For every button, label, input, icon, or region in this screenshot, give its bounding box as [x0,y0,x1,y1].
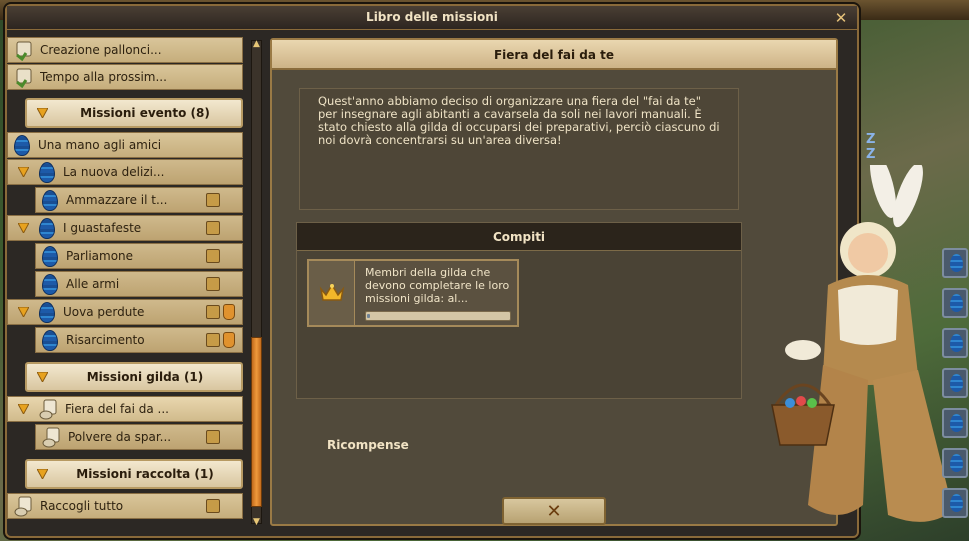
scroll-hand-icon [42,426,62,448]
flag-icon [206,221,220,235]
scroll-down-arrow-icon[interactable]: ▼ [250,517,263,528]
quest-item[interactable]: Risarcimento [35,327,243,353]
flag-icon [206,430,220,444]
quest-item[interactable]: La nuova delizi... [7,159,243,185]
quest-label: Polvere da spar... [68,430,172,444]
quest-item[interactable]: Polvere da spar... [35,424,243,450]
close-button[interactable]: ✕ [502,497,606,525]
quest-item[interactable]: Tempo alla prossim... [7,64,243,90]
task-progress-bar [365,311,511,321]
quest-label: Uova perdute [63,305,145,319]
chevron-down-icon [18,404,29,414]
chevron-down-icon [18,223,29,233]
side-egg-button[interactable] [942,368,968,398]
close-icon[interactable]: ✕ [833,10,849,26]
scroll-up-arrow-icon[interactable]: ▲ [250,39,263,50]
quest-label: Raccogli tutto [40,499,124,513]
task-card: Membri della gilda che devono completare… [307,259,519,327]
quest-label: Ammazzare il t... [66,193,168,207]
flag-icon [206,277,220,291]
quest-item[interactable]: Ammazzare il t... [35,187,243,213]
egg-icon [950,454,963,472]
category-header-event[interactable]: Missioni evento (8) [25,98,243,128]
egg-icon [42,273,58,295]
quest-label: Fiera del fai da ... [65,402,169,416]
egg-icon [39,217,55,239]
trophy-icon [223,304,235,320]
chevron-down-icon [37,108,48,118]
side-egg-button[interactable] [942,248,968,278]
egg-icon [950,334,963,352]
trophy-icon [223,332,235,348]
tasks-header: Compiti [297,223,741,251]
flag-icon [206,305,220,319]
quest-item[interactable]: Parliamone [35,243,243,269]
quest-label: La nuova delizi... [63,165,165,179]
scroll-icon [14,39,34,62]
scroll-hand-icon [39,398,59,420]
tasks-section: Compiti Membri della gilda che devono co… [296,222,742,399]
flag-icon [206,249,220,263]
category-label: Missioni evento (8) [80,106,210,120]
chevron-down-icon [18,307,29,317]
quest-detail-header: Fiera del fai da te [272,40,836,70]
quest-label: Alle armi [66,277,120,291]
side-egg-button[interactable] [942,288,968,318]
title-bar: Libro delle missioni ✕ [7,6,857,30]
chevron-down-icon [37,469,48,479]
quest-label: Una mano agli amici [38,138,162,152]
side-egg-button[interactable] [942,448,968,478]
egg-icon [950,374,963,392]
scroll-icon [14,66,34,89]
quest-label: Risarcimento [66,333,145,347]
quest-label: Creazione pallonci... [40,43,162,57]
chevron-down-icon [18,167,29,177]
side-egg-button[interactable] [942,488,968,518]
egg-icon [950,254,963,272]
side-egg-button[interactable] [942,408,968,438]
egg-icon [39,161,55,183]
category-label: Missioni gilda (1) [86,370,204,384]
window-title: Libro delle missioni [366,10,498,24]
tasks-title: Compiti [492,230,546,244]
task-progress-fill [367,314,370,318]
flag-icon [206,333,220,347]
side-egg-button[interactable] [942,328,968,358]
chevron-down-icon [37,372,48,382]
quest-item[interactable]: Creazione pallonci... [7,37,243,63]
egg-icon [39,301,55,323]
quest-item[interactable]: Alle armi [35,271,243,297]
egg-icon [42,189,58,211]
task-text: Membri della gilda che devono completare… [365,266,510,305]
category-header-guild[interactable]: Missioni gilda (1) [25,362,243,392]
category-label: Missioni raccolta (1) [76,467,214,481]
quest-item-selected[interactable]: Fiera del fai da ... [7,396,243,422]
quest-item[interactable]: Una mano agli amici [7,132,243,158]
category-header-collect[interactable]: Missioni raccolta (1) [25,459,243,489]
flag-icon [206,499,220,513]
scrollbar-thumb[interactable] [251,337,262,507]
quest-item[interactable]: Uova perdute [7,299,243,325]
crown-icon [309,261,355,325]
egg-icon [42,245,58,267]
quest-item[interactable]: Raccogli tutto [7,493,243,519]
egg-icon [42,329,58,351]
quest-label: I guastafeste [63,221,142,235]
egg-icon [950,494,963,512]
quest-description: Quest'anno abbiamo deciso di organizzare… [299,88,739,210]
egg-icon [14,134,30,156]
close-icon: ✕ [546,500,562,522]
rewards-label: Ricompense [327,438,409,452]
quest-label: Tempo alla prossim... [40,70,167,84]
quest-detail-panel: Fiera del fai da te Quest'anno abbiamo d… [270,38,838,526]
egg-icon [950,294,963,312]
flag-icon [206,193,220,207]
quest-label: Parliamone [66,249,134,263]
side-quest-buttons [938,240,969,541]
quest-item[interactable]: I guastafeste [7,215,243,241]
quest-title: Fiera del fai da te [493,48,614,62]
sleep-icon: ZZ [866,132,876,162]
egg-icon [950,414,963,432]
scroll-hand-icon [14,495,34,517]
